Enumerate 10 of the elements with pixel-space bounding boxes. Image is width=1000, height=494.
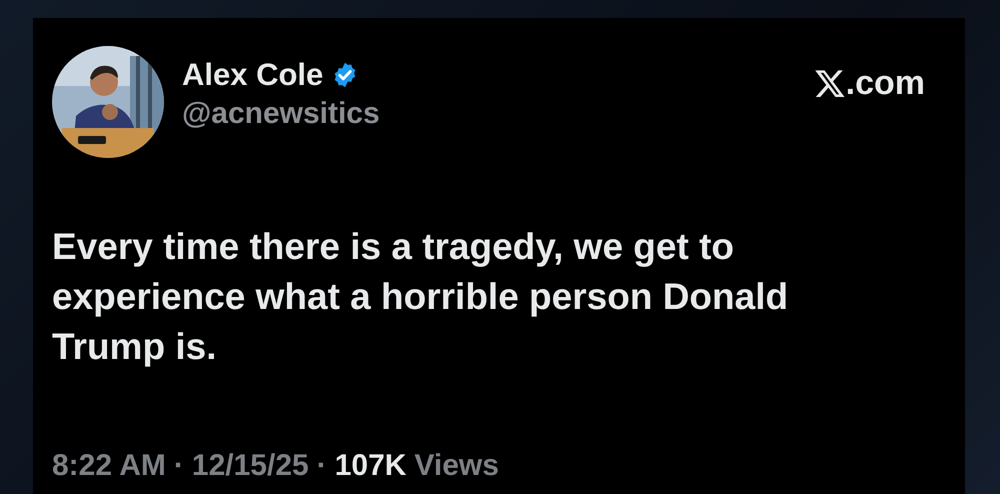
author-name: Alex Cole [182,56,324,94]
post-meta: 8:22 AM [52,448,166,484]
view-count: 107K [334,448,406,484]
site-domain: .com [846,64,925,102]
post-meta: 12/15/25 [192,448,309,484]
author-handle: @acnewsitics [182,96,380,132]
post-meta: Views [414,448,499,484]
post-text: Every time there is a tragedy, we get to experience what a horrible person Donald Trump is. [52,225,790,369]
post-meta: · [316,448,327,484]
post-meta: · [174,448,184,484]
